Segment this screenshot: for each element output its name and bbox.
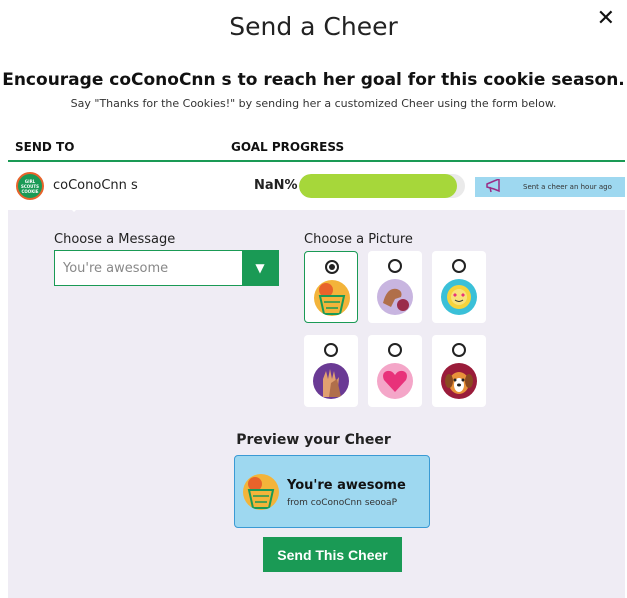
basketball-hoop-icon: [243, 474, 279, 510]
sun-heart-eyes-icon: [441, 279, 477, 315]
picture-option-high-five[interactable]: [304, 335, 358, 407]
avatar-text: GIRL SCOUTS COOKIE: [20, 178, 40, 194]
goal-progress-bar: [299, 174, 465, 198]
preview-card: You're awesome from coConoCnn seooaP: [234, 455, 430, 528]
goal-progress-fill: [299, 174, 457, 198]
picture-option-heart[interactable]: [368, 335, 422, 407]
close-icon[interactable]: ✕: [597, 6, 615, 31]
picture-label: Choose a Picture: [304, 232, 413, 247]
message-select-value: You're awesome: [63, 261, 169, 276]
recipient-name: coConoCnn s: [53, 178, 138, 193]
avatar: GIRL SCOUTS COOKIE: [16, 172, 44, 200]
flexing-arm-icon: [377, 279, 413, 315]
preview-title: Preview your Cheer: [236, 432, 391, 448]
subline: Say "Thanks for the Cookies!" by sending…: [70, 97, 557, 110]
dog-icon: [441, 363, 477, 399]
radio-button[interactable]: [325, 260, 339, 274]
preview-message: You're awesome: [287, 478, 406, 493]
sent-status-text: Sent a cheer an hour ago: [523, 183, 612, 191]
radio-button[interactable]: [452, 259, 466, 273]
headline: Encourage coConoCnn s to reach her goal …: [2, 70, 625, 90]
picture-option-sun[interactable]: [432, 251, 486, 323]
picture-option-flexing-arm[interactable]: [368, 251, 422, 323]
goal-progress-header: GOAL PROGRESS: [231, 140, 345, 154]
high-five-hand-icon: [313, 363, 349, 399]
heart-icon: [377, 363, 413, 399]
panel-notch: [62, 200, 86, 212]
radio-button[interactable]: [388, 259, 402, 273]
chevron-down-icon[interactable]: ▼: [242, 251, 278, 285]
radio-button[interactable]: [452, 343, 466, 357]
megaphone-icon: [485, 177, 505, 196]
message-select[interactable]: You're awesome ▼: [54, 250, 279, 286]
sent-status: Sent a cheer an hour ago: [475, 177, 625, 197]
radio-button[interactable]: [324, 343, 338, 357]
picture-option-basketball[interactable]: [304, 251, 358, 323]
send-to-header: SEND TO: [15, 140, 75, 154]
picture-option-dog[interactable]: [432, 335, 486, 407]
preview-from: from coConoCnn seooaP: [287, 498, 397, 508]
modal-title: Send a Cheer: [229, 12, 398, 41]
message-label: Choose a Message: [54, 232, 176, 247]
send-cheer-button[interactable]: Send This Cheer: [263, 537, 402, 572]
radio-button[interactable]: [388, 343, 402, 357]
basketball-hoop-icon: [314, 280, 350, 316]
recipient-row: GIRL SCOUTS COOKIE coConoCnn s NaN% Sent…: [8, 162, 625, 210]
goal-percent: NaN%: [254, 178, 298, 193]
